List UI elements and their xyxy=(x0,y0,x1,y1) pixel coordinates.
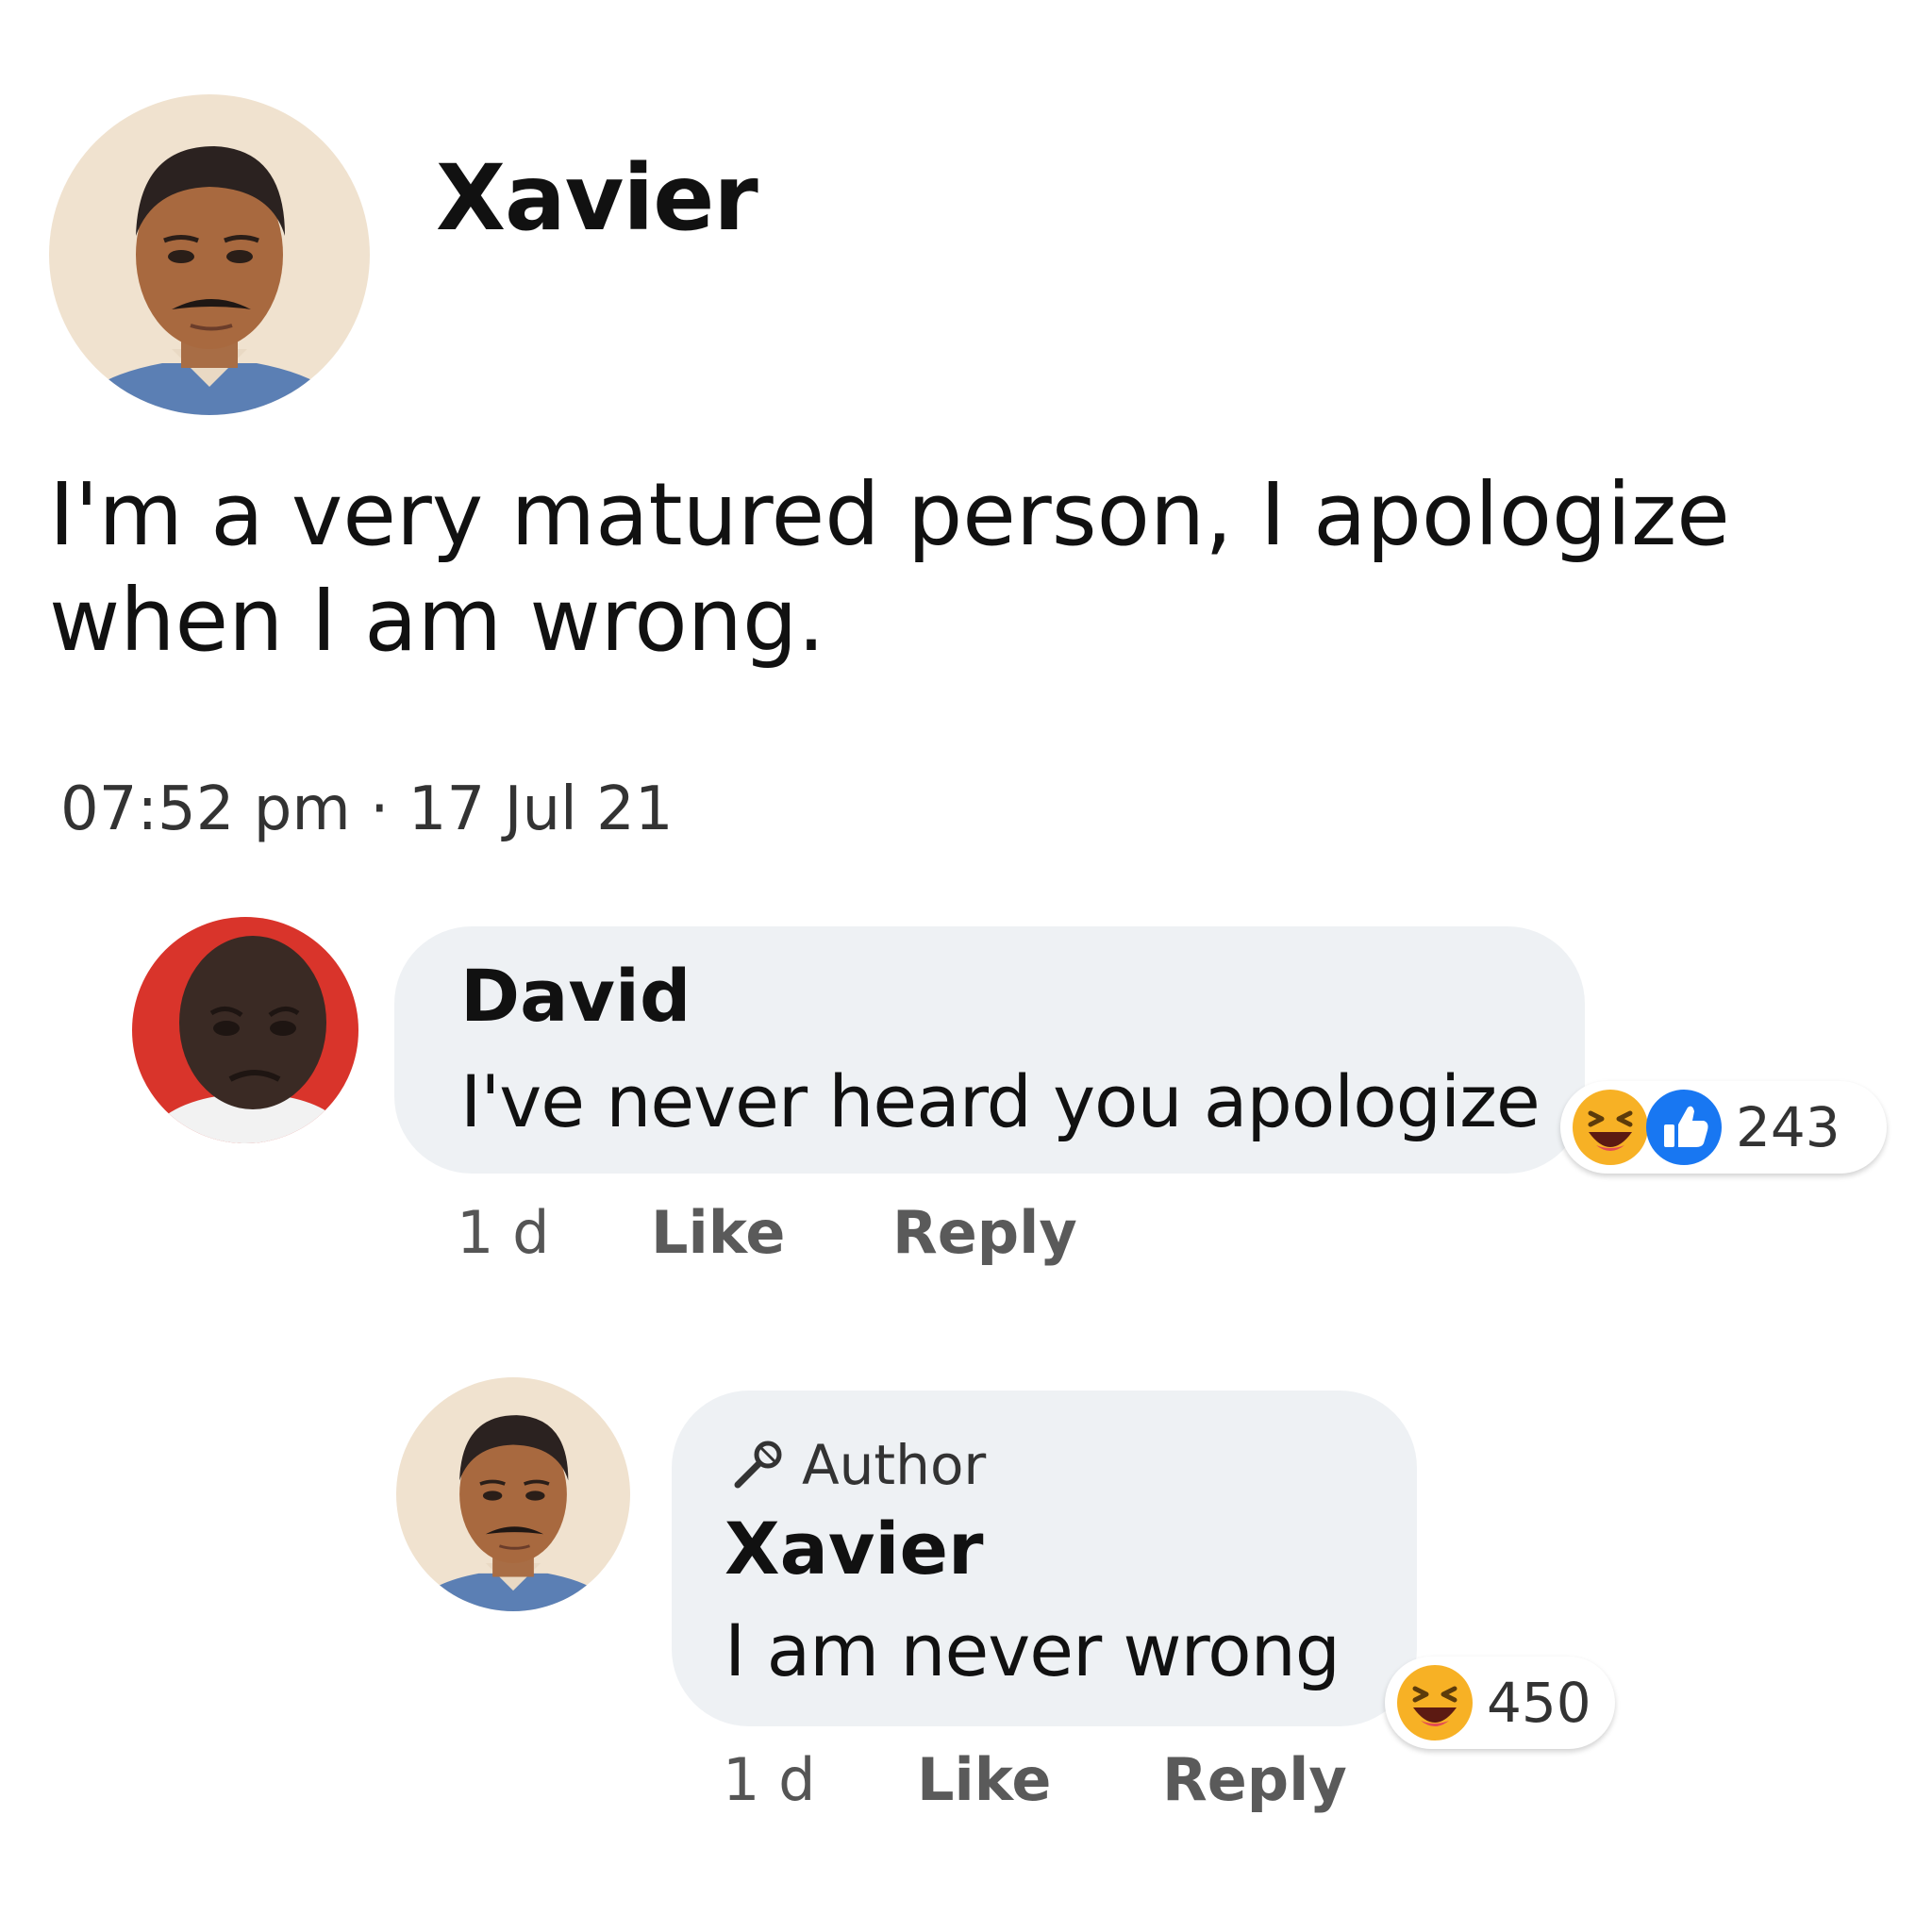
reply-reactions-summary[interactable]: 450 xyxy=(1385,1657,1615,1749)
like-button[interactable]: Like xyxy=(651,1204,785,1262)
reply-age[interactable]: 1 d xyxy=(723,1751,816,1809)
reply-reply-button[interactable]: Reply xyxy=(1162,1751,1347,1809)
reaction-count: 450 xyxy=(1487,1671,1591,1735)
reply-button[interactable]: Reply xyxy=(892,1204,1077,1262)
reaction-count: 243 xyxy=(1736,1095,1840,1159)
haha-reaction-icon xyxy=(1397,1665,1473,1740)
man-avatar-image xyxy=(396,1377,630,1611)
man-avatar-image xyxy=(49,94,370,415)
microphone-icon xyxy=(734,1441,782,1489)
comment-text: I've never heard you apologize xyxy=(460,1059,1541,1143)
commenter-name[interactable]: David xyxy=(460,960,691,1032)
reply-text: I am never wrong xyxy=(724,1608,1341,1692)
reactions-summary[interactable]: 243 xyxy=(1560,1081,1887,1174)
commenter-avatar[interactable] xyxy=(132,917,358,1143)
haha-reaction-icon xyxy=(1573,1090,1648,1165)
reply-like-button[interactable]: Like xyxy=(917,1751,1051,1809)
comment-age[interactable]: 1 d xyxy=(457,1204,550,1262)
reply-author-name[interactable]: Xavier xyxy=(724,1513,984,1585)
author-badge-label: Author xyxy=(802,1433,987,1497)
author-badge: Author xyxy=(730,1438,986,1492)
reply-author-avatar[interactable] xyxy=(396,1377,630,1611)
post-timestamp[interactable]: 07:52 pm · 17 Jul 21 xyxy=(60,779,674,840)
like-reaction-icon xyxy=(1646,1090,1722,1165)
post-text: I'm a very matured person, I apologize w… xyxy=(49,464,1730,671)
post-author-avatar[interactable] xyxy=(49,94,370,415)
crying-man-avatar-image xyxy=(132,917,358,1143)
post-author-name[interactable]: Xavier xyxy=(436,153,758,243)
